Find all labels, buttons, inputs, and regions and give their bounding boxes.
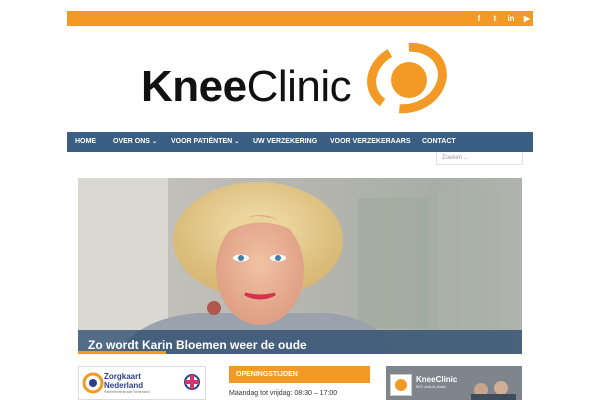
facebook-page-name[interactable]: KneeClinic xyxy=(416,375,457,384)
slider-progress-bar xyxy=(78,351,166,354)
search-input[interactable]: Zoeken ... xyxy=(436,152,523,165)
chevron-down-icon: ⌄ xyxy=(151,139,157,145)
opening-hours-text: Maandag tot vrijdag: 08:30 – 17:00 xyxy=(229,390,338,397)
chevron-down-icon: ⌄ xyxy=(234,139,240,145)
facebook-page-logo xyxy=(390,374,412,396)
linkedin-icon[interactable]: in xyxy=(503,11,519,26)
nav-item-uw-verzekering[interactable]: UW VERZEKERING xyxy=(253,132,317,152)
facebook-icon[interactable]: f xyxy=(471,11,487,26)
nav-item-voor-verzekeraars[interactable]: VOOR VERZEKERAARS xyxy=(330,132,411,152)
nav-item-home[interactable]: HOME xyxy=(75,132,96,152)
nav-item-label: VOOR VERZEKERAARS xyxy=(330,138,411,145)
top-bar: f t in ▶ xyxy=(67,11,533,26)
nav-item-label: VOOR PATIËNTEN xyxy=(171,138,233,145)
nav-item-label: HOME xyxy=(75,138,96,145)
facebook-page-widget[interactable]: KneeClinic 502 vind-ik-leuks xyxy=(386,366,522,400)
zorgkaart-widget[interactable]: Zorgkaart Nederland Patiëntenfederatie N… xyxy=(78,366,206,400)
nav-item-over-ons[interactable]: OVER ONS ⌄ xyxy=(113,132,157,152)
zorgkaart-subtitle: Nederland xyxy=(104,381,144,390)
logo-mark-icon xyxy=(367,42,447,114)
nav-item-label: OVER ONS xyxy=(113,138,150,145)
logo-knee-text: Knee xyxy=(141,62,247,111)
zorgkaart-title: Zorgkaart xyxy=(104,372,141,381)
nav-item-voor-patienten[interactable]: VOOR PATIËNTEN ⌄ xyxy=(171,132,239,152)
zorgkaart-search-plus-icon xyxy=(184,374,200,390)
zorgkaart-logo-icon xyxy=(82,372,104,394)
nav-item-label: UW VERZEKERING xyxy=(253,138,318,145)
hero-caption-link[interactable]: Zo wordt Karin Bloemen weer de oude xyxy=(88,338,307,352)
site-logo[interactable]: KneeClinic xyxy=(141,62,352,112)
logo-clinic-text: Clinic xyxy=(246,62,352,111)
openingstijden-heading: OPENINGSTIJDEN xyxy=(229,366,370,383)
hero-photo xyxy=(78,178,522,354)
main-nav: HOME OVER ONS ⌄ VOOR PATIËNTEN ⌄ UW VERZEK… xyxy=(67,132,533,152)
nav-item-label: CONTACT xyxy=(422,138,456,145)
zorgkaart-tagline: Patiëntenfederatie Nederland xyxy=(104,390,150,394)
nav-item-contact[interactable]: CONTACT xyxy=(422,132,456,152)
site-header: KneeClinic xyxy=(67,26,533,132)
kneeclinic-small-logo-icon xyxy=(395,379,407,391)
hero-slider[interactable]: Zo wordt Karin Bloemen weer de oude xyxy=(78,178,522,354)
youtube-icon[interactable]: ▶ xyxy=(519,11,535,26)
twitter-icon[interactable]: t xyxy=(487,11,503,26)
facebook-page-likes: 502 vind-ik-leuks xyxy=(416,384,447,389)
